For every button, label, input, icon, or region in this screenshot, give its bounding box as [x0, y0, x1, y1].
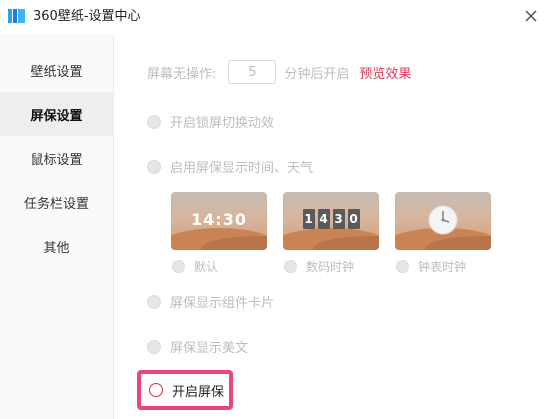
clock-style-label: 默认: [194, 260, 219, 274]
default-clock-preview: 14:30: [191, 210, 247, 229]
settings-panel: 屏幕无操作: 分钟后开启 预览效果 开启锁屏切换动效 启用屏保显示时间、天气 1…: [115, 34, 549, 419]
enable-screensaver-label: 开启屏保: [172, 384, 225, 400]
sidebar-item-label: 屏保设置: [30, 108, 83, 124]
option-show-widgets[interactable]: 屏保显示组件卡片: [147, 292, 274, 311]
sidebar-item-screensaver[interactable]: 屏保设置: [0, 92, 113, 136]
radio-button[interactable]: [284, 260, 297, 273]
radio-button[interactable]: [396, 260, 409, 273]
sidebar-item-label: 鼠标设置: [30, 152, 83, 168]
sidebar-item-wallpaper[interactable]: 壁纸设置: [0, 48, 113, 92]
radio-button[interactable]: [147, 339, 161, 354]
analog-clock-icon: [428, 205, 458, 235]
digit: 3: [332, 209, 345, 229]
app-logo-icon: [8, 9, 25, 23]
clock-style-digital-option[interactable]: 数码时钟: [284, 258, 354, 275]
title-bar: 360壁纸-设置中心: [0, 0, 549, 34]
digit: 4: [317, 209, 330, 229]
radio-button[interactable]: [147, 159, 161, 174]
option-label: 启用屏保显示时间、天气: [170, 161, 314, 176]
sidebar-item-label: 其他: [43, 240, 70, 256]
sidebar-item-mouse[interactable]: 鼠标设置: [0, 136, 113, 180]
digit: 1: [302, 209, 315, 229]
close-icon[interactable]: [523, 8, 539, 24]
radio-button[interactable]: [149, 383, 163, 397]
idle-row: 屏幕无操作: 分钟后开启 预览效果: [147, 60, 411, 84]
option-label: 屏保显示美文: [170, 341, 249, 356]
clock-style-digital-thumbnail[interactable]: 1 4 3 0: [283, 192, 379, 250]
digit: 0: [347, 209, 360, 229]
option-label: 屏保显示组件卡片: [170, 296, 275, 311]
option-lock-switch-anim[interactable]: 开启锁屏切换动效: [147, 112, 274, 131]
digital-clock-preview: 1 4 3 0: [283, 209, 379, 229]
sidebar-item-other[interactable]: 其他: [0, 224, 113, 268]
idle-prefix-label: 屏幕无操作:: [147, 66, 217, 82]
clock-style-analog-option[interactable]: 钟表时钟: [396, 258, 466, 275]
option-label: 开启锁屏切换动效: [170, 116, 275, 131]
sidebar-item-label: 任务栏设置: [23, 196, 89, 212]
enable-screensaver-option[interactable]: 开启屏保: [137, 370, 233, 410]
clock-style-label: 数码时钟: [306, 260, 355, 274]
preview-effect-link[interactable]: 预览效果: [359, 63, 411, 82]
option-show-time-weather[interactable]: 启用屏保显示时间、天气: [147, 157, 313, 176]
clock-style-default-thumbnail[interactable]: 14:30: [171, 192, 267, 250]
sidebar-item-taskbar[interactable]: 任务栏设置: [0, 180, 113, 224]
window-title: 360壁纸-设置中心: [33, 9, 141, 24]
sidebar-item-label: 壁纸设置: [30, 64, 83, 80]
idle-suffix-label: 分钟后开启: [284, 66, 350, 82]
clock-style-analog-thumbnail[interactable]: [395, 192, 491, 250]
radio-button[interactable]: [147, 294, 161, 309]
sidebar: 壁纸设置 屏保设置 鼠标设置 任务栏设置 其他: [0, 34, 114, 419]
option-show-beauty-text[interactable]: 屏保显示美文: [147, 337, 248, 356]
radio-button[interactable]: [172, 260, 185, 273]
radio-button[interactable]: [147, 114, 161, 129]
clock-style-default-option[interactable]: 默认: [172, 258, 218, 275]
idle-minutes-input[interactable]: [228, 60, 277, 84]
clock-style-label: 钟表时钟: [418, 260, 467, 274]
